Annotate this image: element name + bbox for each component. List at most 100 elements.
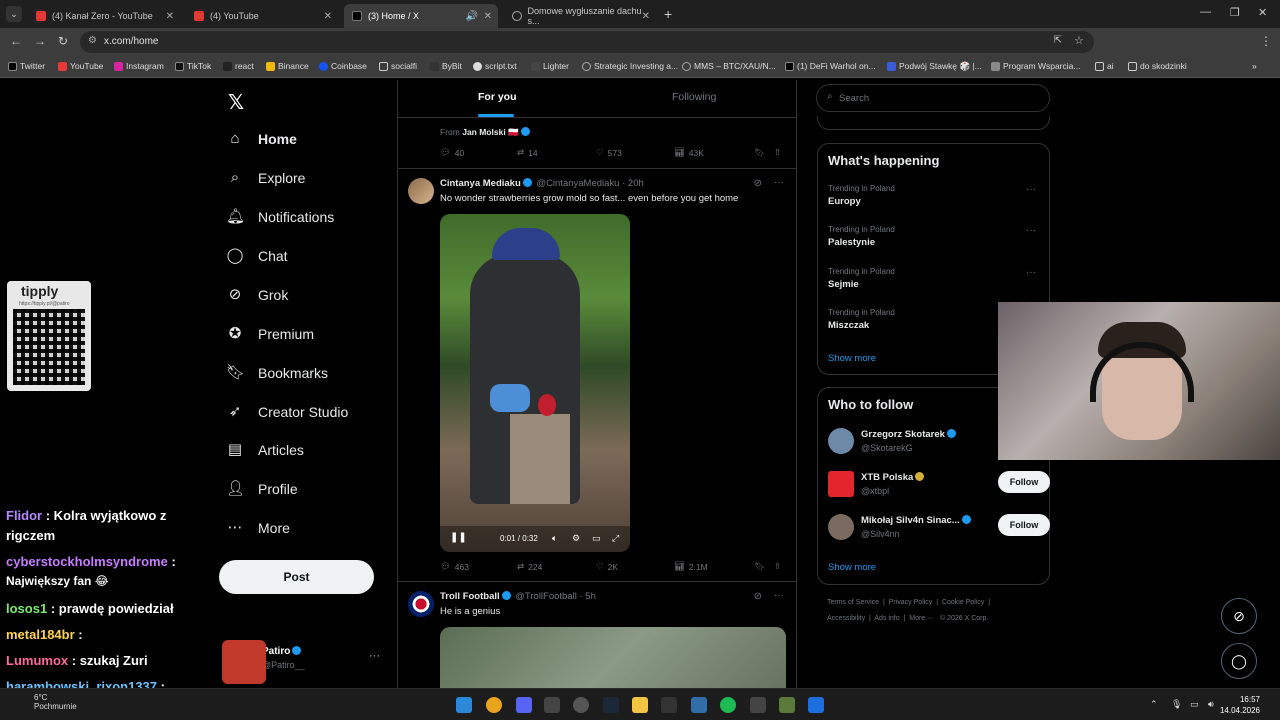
views-button[interactable]: 📊︎ 43K [674,147,704,158]
browser-tab[interactable]: (4) Kanał Zero - YouTube ✕ [28,4,180,28]
star-icon[interactable]: ☆ [1074,34,1084,47]
bookmark-item[interactable]: Strategic Investing a... [582,61,678,71]
more-icon[interactable]: ··· [774,177,784,188]
follow-button[interactable]: Follow [998,514,1050,536]
nav-more[interactable]: ⋯ More [226,519,290,537]
bookmark-item[interactable]: YouTube [58,61,103,71]
follow-suggestion[interactable]: Mikołaj Silv4n Sinac... @Silv4nn Follow [828,514,1050,546]
site-info-icon[interactable]: ⚙ [88,35,97,46]
nav-home[interactable]: ⌂ Home [226,130,296,148]
bookmark-item[interactable]: Binance [266,61,309,71]
discord-icon[interactable] [516,697,532,713]
bookmark-item[interactable]: (1) DeFi Warhol on... [785,61,876,71]
repost-button[interactable]: ⇄ 14 [517,147,538,158]
show-more-link[interactable]: Show more [828,562,876,573]
trend-item[interactable]: Trending in Poland Europy ··· [828,184,1038,207]
post-video[interactable] [440,627,786,688]
close-icon[interactable]: ✕ [642,11,650,22]
bookmark-folder[interactable]: ai [1095,61,1114,71]
bookmark-item[interactable]: Program Wsparcia... [991,61,1080,71]
tab-for-you[interactable]: For you [478,91,517,103]
like-button[interactable]: ♡ 2K [596,561,618,572]
grok-icon[interactable]: ⊘ [754,178,762,189]
post-time[interactable]: 20h [628,178,644,189]
footer-link[interactable]: Cookie Policy [942,599,984,606]
bookmark-item[interactable]: script.txt [473,61,517,71]
repost-button[interactable]: ⇄ 224 [517,561,542,572]
nav-articles[interactable]: ▤ Articles [226,441,304,459]
author-name[interactable]: Cintanya Mediaku [440,178,521,189]
bookmark-item[interactable]: Lighter [531,61,569,71]
footer-link[interactable]: Ads info [874,615,899,622]
bookmarks-overflow[interactable]: » [1252,61,1257,71]
url-text[interactable]: x.com/home [104,36,158,47]
close-window-icon[interactable]: ✕ [1258,6,1267,19]
grok-icon[interactable]: ⊘ [754,591,762,602]
show-more-link[interactable]: Show more [828,353,876,364]
spotify-icon[interactable] [720,697,736,713]
settings-icon[interactable]: ⚙ [572,533,580,544]
close-icon[interactable]: ✕ [166,11,174,22]
pause-icon[interactable]: ❚❚ [450,532,467,543]
pip-icon[interactable]: ▭ [592,533,601,544]
footer-link[interactable]: Terms of Service [827,599,879,606]
bookmark-item[interactable]: MMS – BTC/XAU/N... [682,61,776,71]
bookmark-item[interactable]: TikTok [175,61,211,71]
share-button[interactable]: ⇧ [774,147,781,158]
like-button[interactable]: ♡ 573 [596,147,622,158]
post-button[interactable]: Post [219,560,374,594]
url-bar[interactable]: ⚙ x.com/home ⇱ ☆ [80,31,1094,53]
more-icon[interactable]: ··· [774,590,784,601]
reply-button[interactable]: 💬︎ 40 [440,147,464,158]
nav-notifications[interactable]: 🔔︎ Notifications [226,208,334,226]
app-icon[interactable] [691,697,707,713]
more-icon[interactable]: ··· [1026,184,1036,195]
minimize-icon[interactable]: — [1200,6,1211,18]
nav-grok[interactable]: ⊘ Grok [226,286,289,304]
fullscreen-icon[interactable]: ⤢ [612,533,619,544]
nav-premium[interactable]: ✪ Premium [226,325,314,343]
bookmark-button[interactable]: 🔖︎ [754,147,765,158]
author-handle[interactable]: @TrollFootball [515,591,577,602]
search-box[interactable]: ⌕ [816,84,1050,112]
windows-start-icon[interactable] [456,697,472,713]
volume-icon[interactable]: 🔈︎ [552,533,557,544]
more-icon[interactable]: ··· [1026,267,1036,278]
bookmark-item[interactable]: Coinbase [319,61,367,71]
trend-item[interactable]: Trending in Poland Palestynie ··· [828,225,1038,248]
nav-explore[interactable]: ⌕ Explore [226,169,306,187]
browser-tab-active[interactable]: (3) Home / X 🔊 ✕ [344,4,498,28]
reload-icon[interactable]: ↻ [58,34,68,48]
trend-item[interactable]: Trending in Poland Sejmie ··· [828,267,1038,290]
forward-icon[interactable]: → [34,34,46,48]
browser-tab[interactable]: Domowe wygłuszanie dachu s... ✕ [504,4,656,28]
author-name[interactable]: Troll Football [440,591,500,602]
close-icon[interactable]: ✕ [324,11,332,22]
bookmark-button[interactable]: 🔖︎ [754,561,765,572]
follow-suggestion[interactable]: XTB Polska @xtbpl Follow [828,471,1050,503]
share-button[interactable]: ⇧ [774,561,781,572]
chevron-up-icon[interactable]: ⌃ [1150,699,1158,710]
browser-tab[interactable]: (4) YouTube ✕ [186,4,338,28]
app-icon[interactable] [661,697,677,713]
tab-search-button[interactable]: ⌄ [6,6,22,22]
footer-link[interactable]: More ··· [909,615,934,622]
bookmark-folder[interactable]: do skodzinki [1128,61,1187,71]
chrome-icon[interactable] [486,697,502,713]
nav-creator-studio[interactable]: ➶ Creator Studio [226,403,349,421]
back-icon[interactable]: ← [10,34,22,48]
bookmark-item[interactable]: react [223,61,254,71]
nav-profile[interactable]: 👤︎ Profile [226,480,298,498]
bookmark-item[interactable]: ByBit [430,61,462,71]
app-icon[interactable] [544,697,560,713]
menu-icon[interactable]: ⋮ [1260,34,1272,48]
volume-icon[interactable]: 🔊︎ [1208,699,1214,710]
weather-widget[interactable]: 6°C Pochmurnie [8,693,77,711]
avatar[interactable] [408,591,434,617]
new-tab-button[interactable]: + [664,6,672,22]
bookmark-item[interactable]: Twitter [8,61,45,71]
views-button[interactable]: 📊︎ 2.1M [674,561,708,572]
author-handle[interactable]: @CintanyaMediaku [536,178,619,189]
speaker-icon[interactable]: 🔊 [466,11,478,22]
post-time[interactable]: 5h [585,591,596,602]
